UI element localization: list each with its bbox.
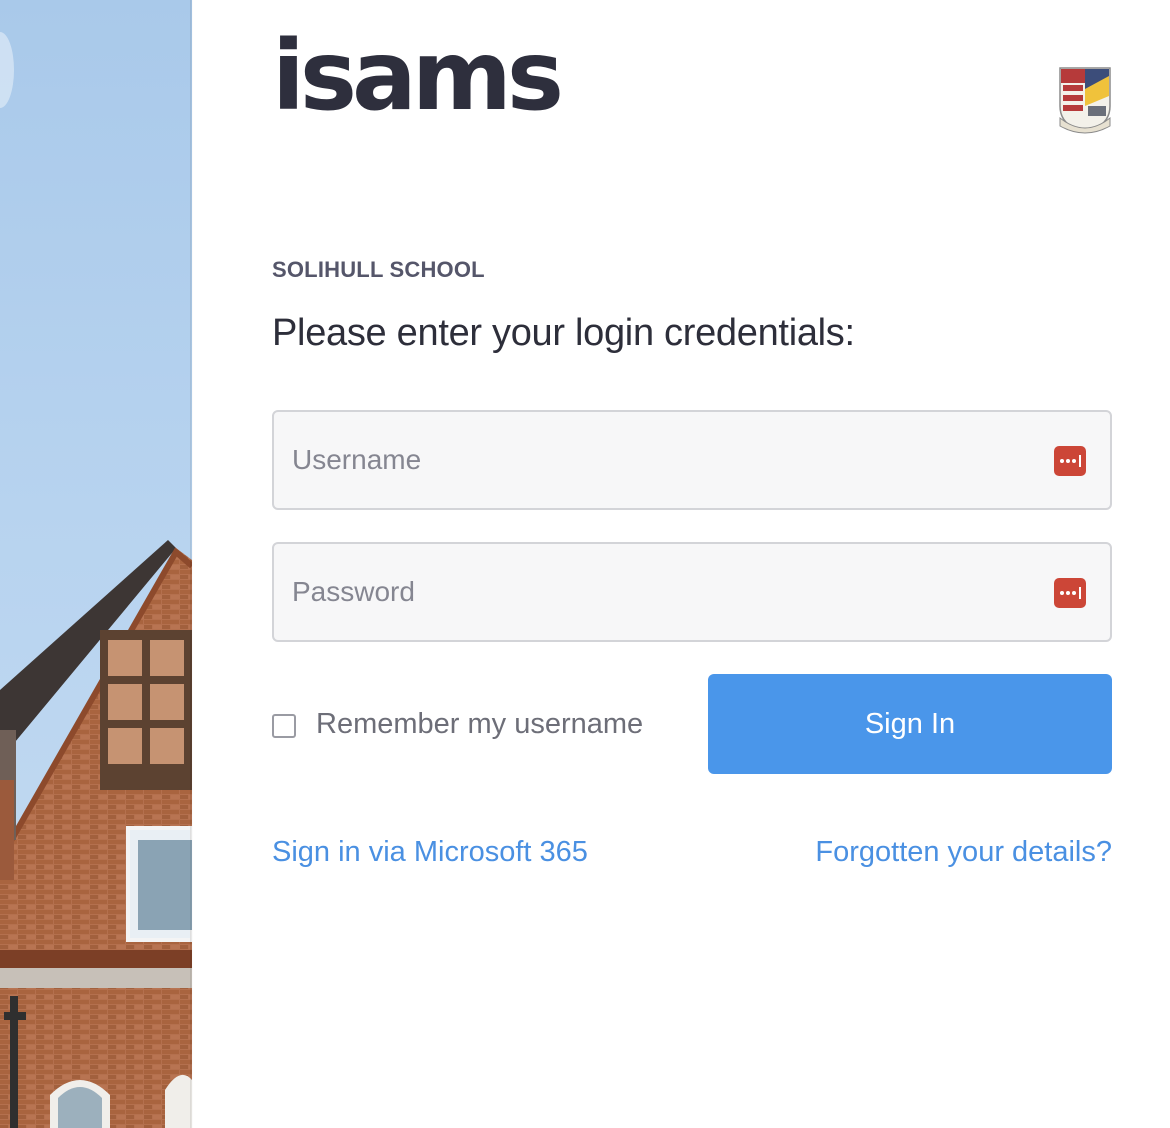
school-crest-icon (1058, 66, 1112, 134)
password-manager-icon[interactable] (1054, 578, 1086, 608)
password-input[interactable] (274, 544, 1034, 640)
school-name: SOLIHULL SCHOOL (272, 257, 485, 282)
isams-logo: isams (272, 20, 564, 132)
login-heading: Please enter your login credentials: (272, 312, 855, 354)
photo-edge-shadow (190, 0, 193, 1128)
login-page: isams SOLIHULL SCHOOL Please enter your … (0, 0, 1170, 1128)
forgotten-details-link[interactable]: Forgotten your details? (815, 836, 1112, 869)
username-field[interactable] (272, 410, 1112, 510)
school-building-photo (0, 0, 192, 1128)
sign-in-button[interactable]: Sign In (708, 674, 1112, 774)
username-input[interactable] (274, 412, 1034, 508)
password-field[interactable] (272, 542, 1112, 642)
remember-username-checkbox[interactable] (272, 714, 296, 738)
password-manager-icon[interactable] (1054, 446, 1086, 476)
remember-username-label[interactable]: Remember my username (316, 708, 643, 741)
microsoft-365-signin-link[interactable]: Sign in via Microsoft 365 (272, 836, 588, 869)
